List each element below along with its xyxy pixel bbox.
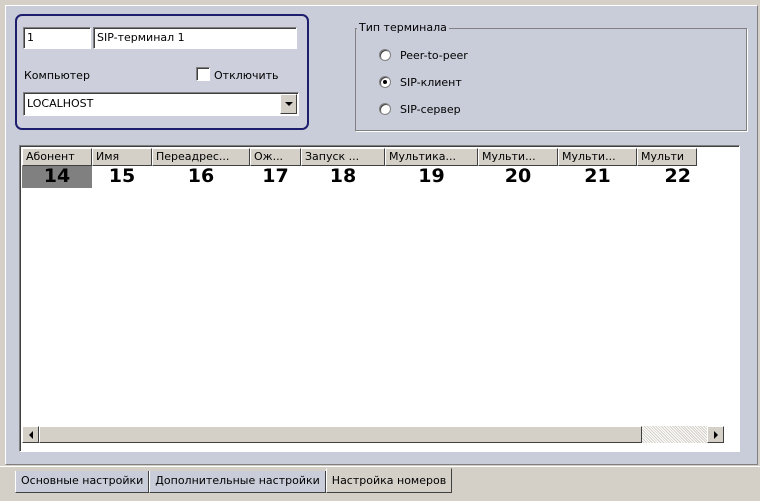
arrow-left-icon [28,430,33,439]
terminal-name-field[interactable]: SIP-терминал 1 [93,27,297,49]
radio-label: SIP-клиент [400,75,462,89]
horizontal-scrollbar[interactable] [22,426,724,443]
table-row[interactable]: 14 15 16 17 18 19 20 21 22 [22,166,697,188]
radio-sip-client[interactable]: SIP-клиент [379,74,462,90]
column-header-multicast-2[interactable]: Мульти... [478,148,558,166]
scroll-left-button[interactable] [22,426,39,443]
terminal-type-title: Тип терминала [357,21,449,34]
column-header-multicast-1[interactable]: Мультика... [385,148,478,166]
arrow-right-icon [713,430,718,439]
chevron-down-icon [284,102,293,106]
radio-sip-server[interactable]: SIP-сервер [379,101,461,117]
scroll-track-remaining[interactable] [642,426,707,443]
column-header-multicast-4[interactable]: Мульти [637,148,697,166]
computer-select-value: LOCALHOST [27,97,94,110]
scroll-thumb[interactable] [39,426,642,443]
tab-additional-settings[interactable]: Дополнительные настройки [149,471,326,493]
column-header-multicast-3[interactable]: Мульти... [558,148,637,166]
tab-basic-settings[interactable]: Основные настройки [15,471,150,493]
disable-label: Отключить [214,69,279,82]
scroll-right-button[interactable] [707,426,724,443]
radio-icon[interactable] [379,76,391,88]
computer-select[interactable]: LOCALHOST [23,92,299,116]
grid-cell[interactable]: 21 [558,166,637,188]
computer-label: Компьютер [24,69,90,82]
grid-header: Абонент Имя Переадрес... Ож... Запуск ..… [22,148,697,166]
column-header-launch[interactable]: Запуск ... [301,148,385,166]
grid-cell[interactable]: 17 [250,166,301,188]
numbers-grid[interactable]: Абонент Имя Переадрес... Ож... Запуск ..… [19,145,740,452]
grid-cell[interactable]: 15 [92,166,152,188]
radio-icon[interactable] [379,103,391,115]
column-header-subscriber[interactable]: Абонент [22,148,92,166]
column-header-forward[interactable]: Переадрес... [152,148,250,166]
radio-label: SIP-сервер [400,102,461,116]
grid-cell[interactable]: 16 [152,166,250,188]
grid-cell[interactable]: 20 [478,166,558,188]
tab-bar: Основные настройки Дополнительные настро… [15,468,453,493]
radio-label: Peer-to-peer [400,48,468,62]
grid-cell[interactable]: 14 [22,166,92,188]
grid-cell[interactable]: 18 [301,166,385,188]
radio-icon[interactable] [379,49,391,61]
grid-cell[interactable]: 22 [637,166,697,188]
column-header-name[interactable]: Имя [92,148,152,166]
dropdown-button[interactable] [280,94,297,114]
tab-strip-divider [0,466,760,467]
grid-cell[interactable]: 19 [385,166,478,188]
tab-number-settings[interactable]: Настройка номеров [325,468,453,493]
disable-checkbox[interactable] [196,67,210,81]
terminal-number-field[interactable]: 1 [23,27,91,49]
column-header-wait[interactable]: Ож... [250,148,301,166]
radio-peer-to-peer[interactable]: Peer-to-peer [379,47,468,63]
scroll-track[interactable] [39,426,707,443]
